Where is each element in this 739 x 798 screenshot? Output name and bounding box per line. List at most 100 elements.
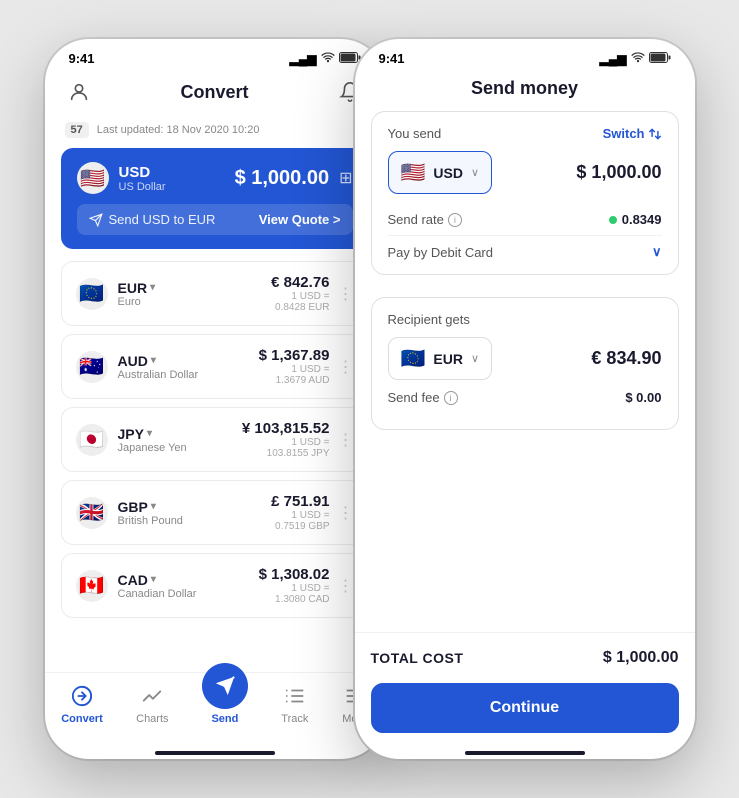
recipient-amount: € 834.90 bbox=[591, 348, 661, 369]
calculator-icon[interactable]: ⊞ bbox=[339, 168, 352, 188]
battery-icon-1 bbox=[339, 52, 361, 66]
total-cost-label: TOTAL COST bbox=[371, 650, 464, 666]
pay-method-value[interactable]: ∨ bbox=[652, 244, 662, 260]
gbp-flag: 🇬🇧 bbox=[76, 497, 108, 529]
list-item[interactable]: 🇬🇧 GBP ▾ British Pound £ 751.91 1 USD =0… bbox=[61, 480, 369, 545]
status-bar-1: 9:41 ▂▄▆ bbox=[45, 39, 385, 70]
usd-code: USD bbox=[119, 164, 166, 181]
recipient-gets-card: Recipient gets 🇪🇺 EUR ∨ € 834.90 Send fe… bbox=[371, 297, 679, 430]
aud-flag: 🇦🇺 bbox=[76, 351, 108, 383]
eur-flag-2: 🇪🇺 bbox=[401, 346, 426, 371]
battery-icon-2 bbox=[649, 52, 671, 66]
nav-track[interactable]: Track bbox=[281, 683, 308, 725]
send-fee-info-icon[interactable]: i bbox=[444, 391, 458, 405]
list-item[interactable]: 🇦🇺 AUD ▾ Australian Dollar $ 1,367.89 1 … bbox=[61, 334, 369, 399]
send-usd-label: Send USD to EUR bbox=[89, 212, 216, 227]
dots-menu-eur[interactable]: ⋮ bbox=[338, 284, 354, 304]
total-cost-row: TOTAL COST $ 1,000.00 bbox=[355, 632, 695, 683]
usd-amount: $ 1,000.00 bbox=[235, 167, 330, 190]
update-bar: 57 Last updated: 18 Nov 2020 10:20 bbox=[45, 118, 385, 148]
dots-menu-gbp[interactable]: ⋮ bbox=[338, 503, 354, 523]
list-item[interactable]: 🇨🇦 CAD ▾ Canadian Dollar $ 1,308.02 1 US… bbox=[61, 553, 369, 618]
convert-nav-label: Convert bbox=[61, 713, 103, 725]
dots-menu-jpy[interactable]: ⋮ bbox=[338, 430, 354, 450]
aud-code: AUD ▾ bbox=[118, 353, 199, 369]
continue-button[interactable]: Continue bbox=[371, 683, 679, 733]
rate-dot bbox=[609, 216, 617, 224]
convert-nav-icon bbox=[69, 683, 95, 709]
jpy-name: Japanese Yen bbox=[118, 442, 187, 454]
wifi-icon-1 bbox=[321, 51, 335, 66]
gbp-rate: 1 USD =0.7519 GBP bbox=[271, 510, 329, 532]
page-title-2: Send money bbox=[471, 78, 578, 99]
nav-convert[interactable]: Convert bbox=[61, 683, 103, 725]
page-title-1: Convert bbox=[180, 82, 248, 103]
update-timestamp: Last updated: 18 Nov 2020 10:20 bbox=[97, 124, 260, 136]
content-area-1: 🇺🇸 USD US Dollar $ 1,000.00 ⊞ bbox=[45, 148, 385, 672]
home-indicator-2 bbox=[355, 745, 695, 759]
send-amount: $ 1,000.00 bbox=[576, 162, 661, 183]
send-rate-info-icon[interactable]: i bbox=[448, 213, 462, 227]
send-fee-label: Send fee i bbox=[388, 390, 458, 405]
aud-rate: 1 USD =1.3679 AUD bbox=[259, 364, 330, 386]
send-fee-value: $ 0.00 bbox=[625, 390, 661, 405]
send-nav-icon bbox=[202, 663, 248, 709]
cad-name: Canadian Dollar bbox=[118, 588, 197, 600]
send-rate-value: 0.8349 bbox=[609, 212, 662, 227]
eur-flag: 🇪🇺 bbox=[76, 278, 108, 310]
send-fee-row: Send fee i $ 0.00 bbox=[388, 380, 662, 415]
eur-name: Euro bbox=[118, 296, 156, 308]
list-item[interactable]: 🇪🇺 EUR ▾ Euro € 842.76 1 USD =0.8428 EUR… bbox=[61, 261, 369, 326]
jpy-flag: 🇯🇵 bbox=[76, 424, 108, 456]
total-cost-amount: $ 1,000.00 bbox=[603, 649, 679, 667]
usd-caret-2: ∨ bbox=[471, 166, 479, 179]
signal-icon-2: ▂▄▆ bbox=[600, 52, 627, 66]
time-2: 9:41 bbox=[379, 51, 405, 66]
dots-menu-cad[interactable]: ⋮ bbox=[338, 576, 354, 596]
home-indicator-1 bbox=[45, 745, 385, 759]
status-bar-2: 9:41 ▂▄▆ bbox=[355, 39, 695, 70]
pay-method-row[interactable]: Pay by Debit Card ∨ bbox=[388, 236, 662, 260]
jpy-amount: ¥ 103,815.52 bbox=[242, 420, 330, 437]
cad-flag: 🇨🇦 bbox=[76, 570, 108, 602]
recipient-gets-label: Recipient gets bbox=[388, 312, 662, 327]
charts-nav-icon bbox=[139, 683, 165, 709]
profile-icon[interactable] bbox=[65, 78, 93, 106]
cad-rate: 1 USD =1.3080 CAD bbox=[259, 583, 330, 605]
usd-code-2: USD bbox=[433, 165, 463, 181]
usd-flag: 🇺🇸 bbox=[77, 162, 109, 194]
view-quote-btn[interactable]: View Quote > bbox=[259, 212, 341, 227]
phone-send-money: 9:41 ▂▄▆ Send money bbox=[355, 39, 695, 759]
content-area-2: You send Switch 🇺🇸 USD ∨ bbox=[355, 111, 695, 632]
status-icons-2: ▂▄▆ bbox=[600, 51, 671, 66]
update-count: 57 bbox=[65, 122, 89, 138]
switch-button[interactable]: Switch bbox=[603, 126, 662, 141]
dots-menu-aud[interactable]: ⋮ bbox=[338, 357, 354, 377]
eur-amount: € 842.76 bbox=[271, 274, 329, 291]
charts-nav-label: Charts bbox=[136, 713, 168, 725]
send-quote-row[interactable]: Send USD to EUR View Quote > bbox=[77, 204, 353, 235]
usd-name: US Dollar bbox=[119, 181, 166, 193]
eur-selector[interactable]: 🇪🇺 EUR ∨ bbox=[388, 337, 493, 380]
phone-convert: 9:41 ▂▄▆ bbox=[45, 39, 385, 759]
aud-amount: $ 1,367.89 bbox=[259, 347, 330, 364]
list-item[interactable]: 🇯🇵 JPY ▾ Japanese Yen ¥ 103,815.52 1 USD… bbox=[61, 407, 369, 472]
send-rate-label: Send rate i bbox=[388, 212, 462, 227]
header-1: Convert bbox=[45, 70, 385, 118]
track-nav-icon bbox=[282, 683, 308, 709]
you-send-label: You send bbox=[388, 126, 442, 141]
jpy-rate: 1 USD =103.8155 JPY bbox=[242, 437, 330, 459]
nav-send[interactable]: Send bbox=[202, 683, 248, 725]
cad-amount: $ 1,308.02 bbox=[259, 566, 330, 583]
jpy-code: JPY ▾ bbox=[118, 426, 187, 442]
usd-selector[interactable]: 🇺🇸 USD ∨ bbox=[388, 151, 493, 194]
nav-charts[interactable]: Charts bbox=[136, 683, 168, 725]
bottom-nav: Convert Charts Send bbox=[45, 672, 385, 745]
send-nav-label: Send bbox=[211, 713, 238, 725]
pay-method-label: Pay by Debit Card bbox=[388, 245, 494, 260]
signal-icon-1: ▂▄▆ bbox=[290, 52, 317, 66]
gbp-code: GBP ▾ bbox=[118, 499, 183, 515]
gbp-amount: £ 751.91 bbox=[271, 493, 329, 510]
selected-currency-card[interactable]: 🇺🇸 USD US Dollar $ 1,000.00 ⊞ bbox=[61, 148, 369, 249]
status-icons-1: ▂▄▆ bbox=[290, 51, 361, 66]
